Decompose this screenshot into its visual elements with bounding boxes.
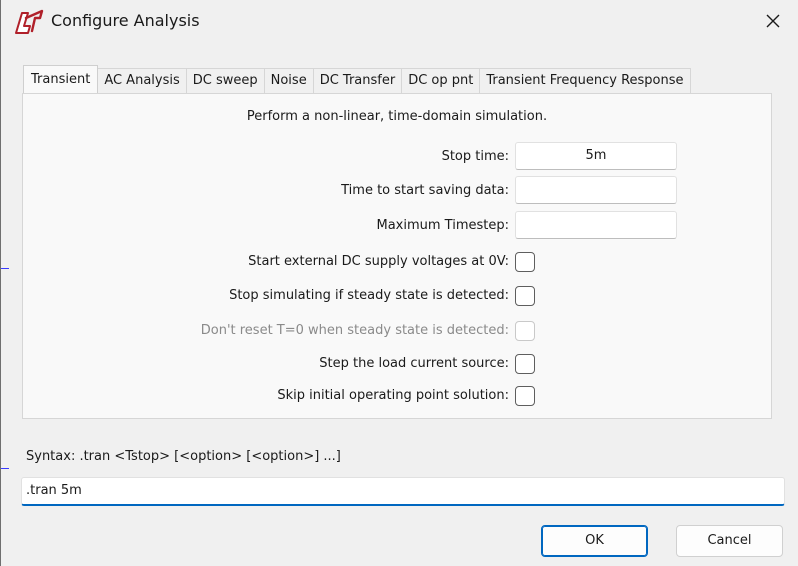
cancel-button[interactable]: Cancel	[676, 525, 783, 557]
tab-dc-transfer[interactable]: DC Transfer	[312, 68, 403, 93]
ltspice-logo-icon	[15, 9, 44, 34]
steady-state-stop-checkbox[interactable]	[515, 286, 535, 306]
max-timestep-field[interactable]	[515, 211, 677, 239]
option-label-steady-state-stop: Stop simulating if steady state is detec…	[229, 288, 509, 303]
no-reset-t0-checkbox	[515, 321, 535, 341]
tab-dc-op-pnt[interactable]: DC op pnt	[401, 68, 481, 93]
option-label-step-load: Step the load current source:	[319, 356, 509, 371]
title-bar: Configure Analysis	[1, 0, 798, 44]
skip-op-checkbox[interactable]	[515, 386, 535, 406]
step-load-checkbox[interactable]	[515, 354, 535, 374]
tab-dc-sweep[interactable]: DC sweep	[185, 68, 265, 93]
max-timestep-label: Maximum Timestep:	[376, 218, 509, 233]
background-wire-mark	[1, 268, 9, 269]
option-label-ext-dc-0v: Start external DC supply voltages at 0V:	[248, 254, 509, 269]
ext-dc-0v-checkbox[interactable]	[515, 252, 535, 272]
window-title: Configure Analysis	[51, 11, 200, 30]
start-saving-field[interactable]	[515, 176, 677, 204]
background-wire-mark	[1, 468, 9, 469]
analysis-description: Perform a non-linear, time-domain simula…	[246, 109, 548, 124]
start-saving-label: Time to start saving data:	[341, 183, 509, 198]
tab-transient[interactable]: Transient	[23, 65, 99, 93]
ok-button[interactable]: OK	[541, 525, 648, 557]
tab-noise[interactable]: Noise	[263, 68, 314, 93]
tab-transient-frequency-response[interactable]: Transient Frequency Response	[479, 68, 691, 93]
syntax-hint: Syntax: .tran <Tstop> [<option> [<option…	[26, 449, 341, 464]
configure-analysis-dialog: Configure Analysis Transient AC Analysis…	[0, 0, 798, 566]
stop-time-label: Stop time:	[441, 149, 509, 164]
tab-ac-analysis[interactable]: AC Analysis	[97, 68, 187, 93]
option-label-no-reset-t0: Don't reset T=0 when steady state is det…	[200, 323, 509, 338]
command-input[interactable]: .tran 5m	[21, 477, 785, 506]
close-icon	[766, 14, 780, 28]
transient-panel: Perform a non-linear, time-domain simula…	[22, 93, 772, 419]
analysis-tabs: Transient AC Analysis DC sweep Noise DC …	[23, 65, 691, 93]
option-label-skip-op: Skip initial operating point solution:	[277, 388, 509, 403]
close-button[interactable]	[753, 4, 793, 38]
stop-time-field[interactable]: 5m	[515, 142, 677, 170]
